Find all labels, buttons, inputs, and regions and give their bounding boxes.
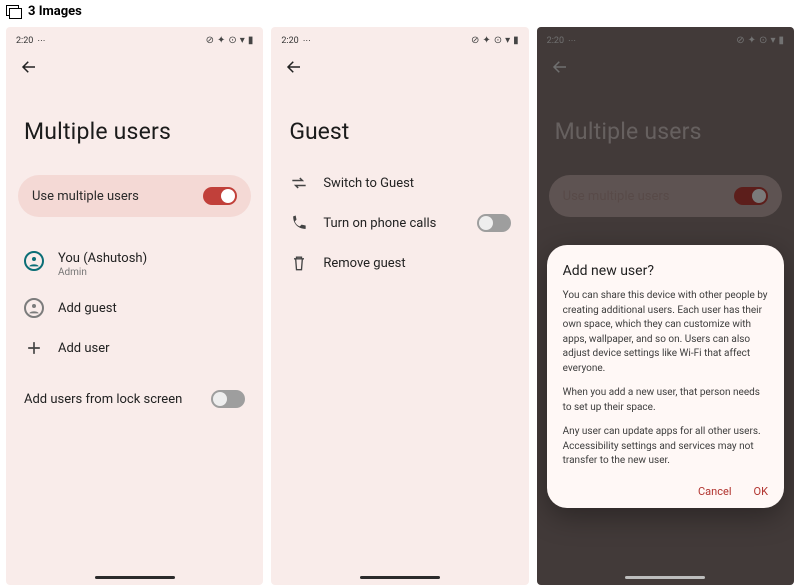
clock: 2:20 <box>281 36 298 46</box>
dnd-icon: ⊘ <box>471 35 479 46</box>
arrow-left-icon <box>20 58 38 76</box>
add-from-lock-toggle[interactable] <box>211 390 245 408</box>
back-button[interactable] <box>271 48 528 84</box>
add-guest-row[interactable]: Add guest <box>20 288 249 328</box>
gallery-header: 3 Images <box>0 0 800 27</box>
stack-icon <box>6 5 22 19</box>
trash-icon <box>289 253 309 273</box>
battery-icon: ▮ <box>513 35 519 46</box>
status-bar: 2:20 ⋯ ⊘ ✦ ⊙ ▾ ▮ <box>6 27 263 48</box>
wifi-icon: ▾ <box>505 35 510 46</box>
user-circle-icon <box>24 251 44 271</box>
use-multiple-users-row[interactable]: Use multiple users <box>18 175 251 217</box>
phone-calls-toggle[interactable] <box>477 214 511 232</box>
user-you-label: You (Ashutosh) <box>58 251 147 266</box>
screenshots-row: 2:20 ⋯ ⊘ ✦ ⊙ ▾ ▮ Multiple users Use mult… <box>0 27 800 585</box>
status-bar: 2:20 ⋯ ⊘ ✦ ⊙ ▾ ▮ <box>271 27 528 48</box>
vibrate-icon: ✦ <box>482 35 490 46</box>
image-count-label: 3 Images <box>28 4 82 19</box>
dnd-icon: ⊘ <box>206 35 214 46</box>
add-from-lock-label: Add users from lock screen <box>24 392 182 407</box>
users-list: You (Ashutosh) Admin Add guest Add user <box>6 233 263 376</box>
add-user-label: Add user <box>58 341 110 356</box>
user-you-sub: Admin <box>58 267 147 278</box>
status-icons: ⊘ ✦ ⊙ ▾ ▮ <box>206 35 254 46</box>
status-icons: ⊘ ✦ ⊙ ▾ ▮ <box>471 35 519 46</box>
add-user-row[interactable]: Add user <box>20 328 249 368</box>
nav-handle[interactable] <box>625 576 705 579</box>
switch-to-guest-row[interactable]: Switch to Guest <box>285 163 514 203</box>
turn-on-phone-row[interactable]: Turn on phone calls <box>285 203 514 243</box>
alarm-icon: ⊙ <box>494 35 502 46</box>
dialog-p2: When you add a new user, that person nee… <box>563 386 768 415</box>
switch-to-guest-label: Switch to Guest <box>323 176 414 191</box>
use-multiple-users-toggle[interactable] <box>203 187 237 205</box>
guest-list: Switch to Guest Turn on phone calls Remo… <box>271 155 528 291</box>
page-title: Multiple users <box>6 84 263 165</box>
wifi-icon: ▾ <box>240 35 245 46</box>
dialog-p3: Any user can update apps for all other u… <box>563 425 768 469</box>
swap-icon <box>289 173 309 193</box>
add-from-lock-row[interactable]: Add users from lock screen <box>6 376 263 422</box>
remove-guest-label: Remove guest <box>323 256 405 271</box>
phone-icon <box>289 213 309 233</box>
dialog-actions: Cancel OK <box>563 479 768 498</box>
user-row-you[interactable]: You (Ashutosh) Admin <box>20 241 249 288</box>
vibrate-icon: ✦ <box>217 35 225 46</box>
dialog-p1: You can share this device with other peo… <box>563 289 768 376</box>
cancel-button[interactable]: Cancel <box>698 485 731 498</box>
add-guest-label: Add guest <box>58 301 117 316</box>
screenshot-3: 2:20 ⋯ ⊘ ✦ ⊙ ▾ ▮ Multiple users Use mult… <box>537 27 794 585</box>
ok-button[interactable]: OK <box>754 485 768 498</box>
use-multiple-users-label: Use multiple users <box>32 189 139 204</box>
dialog-title: Add new user? <box>563 263 768 279</box>
carrier-dots: ⋯ <box>303 36 312 45</box>
turn-on-phone-label: Turn on phone calls <box>323 216 436 231</box>
clock: 2:20 <box>16 36 33 46</box>
page-title: Guest <box>271 84 528 155</box>
screenshot-2: 2:20 ⋯ ⊘ ✦ ⊙ ▾ ▮ Guest Switch to Guest <box>271 27 528 585</box>
guest-circle-icon <box>24 298 44 318</box>
plus-icon <box>24 338 44 358</box>
nav-handle[interactable] <box>95 576 175 579</box>
arrow-left-icon <box>285 58 303 76</box>
carrier-dots: ⋯ <box>37 36 46 45</box>
battery-icon: ▮ <box>248 35 254 46</box>
nav-handle[interactable] <box>360 576 440 579</box>
back-button[interactable] <box>6 48 263 84</box>
add-user-dialog: Add new user? You can share this device … <box>547 245 784 508</box>
remove-guest-row[interactable]: Remove guest <box>285 243 514 283</box>
alarm-icon: ⊙ <box>228 35 236 46</box>
screenshot-1: 2:20 ⋯ ⊘ ✦ ⊙ ▾ ▮ Multiple users Use mult… <box>6 27 263 585</box>
dialog-body: You can share this device with other peo… <box>563 289 768 469</box>
